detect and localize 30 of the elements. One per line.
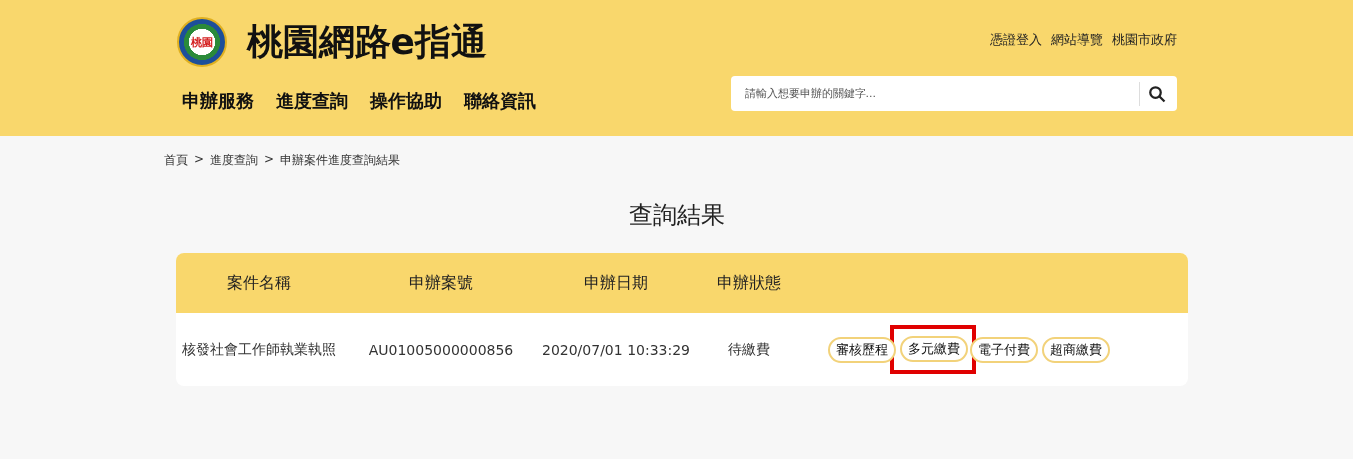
column-header: 案件名稱	[225, 272, 292, 294]
breadcrumb-separator: >	[264, 152, 275, 168]
search-icon	[1148, 84, 1166, 103]
action-button[interactable]: 審核歷程	[828, 336, 896, 363]
action-button[interactable]: 超商繳費	[1042, 336, 1110, 363]
table-cell-text: AU01005000000856	[367, 341, 515, 358]
site-title: 桃園網路e指通	[246, 19, 487, 64]
breadcrumb-separator: >	[194, 152, 205, 168]
column-header: 申辦案號	[408, 272, 474, 294]
breadcrumb-link[interactable]: 進度查詢	[210, 152, 259, 169]
table-cell-text: 核發社會工作師執業執照	[180, 340, 337, 359]
action-button[interactable]: 電子付費	[970, 336, 1038, 363]
search-bar[interactable]: 請輸入想要申辦的關鍵字...	[730, 76, 1177, 111]
column-header: 申辦日期	[583, 272, 649, 294]
top-link[interactable]: 網站導覽	[1050, 31, 1103, 49]
top-link[interactable]: 憑證登入	[989, 31, 1042, 49]
table-cell: 2020/07/01 10:33:29	[541, 341, 691, 358]
action-button[interactable]: 多元繳費	[900, 336, 968, 362]
nav-link[interactable]: 聯絡資訊	[463, 89, 536, 113]
breadcrumb-link[interactable]: 首頁	[164, 152, 188, 169]
logo-text: 桃園	[190, 34, 213, 50]
nav-link[interactable]: 進度查詢	[275, 89, 348, 113]
nav-link[interactable]: 操作協助	[369, 89, 442, 113]
page-title: 查詢結果	[627, 200, 726, 231]
column-header: 申辦狀態	[715, 272, 782, 294]
table-cell-text: 待繳費	[726, 340, 771, 359]
nav-link[interactable]: 申辦服務	[181, 89, 254, 113]
breadcrumb-link[interactable]: 申辦案件進度查詢結果	[280, 152, 401, 169]
top-link[interactable]: 桃園市政府	[1111, 31, 1177, 49]
search-field[interactable]: 請輸入想要申辦的關鍵字...	[730, 86, 1139, 101]
